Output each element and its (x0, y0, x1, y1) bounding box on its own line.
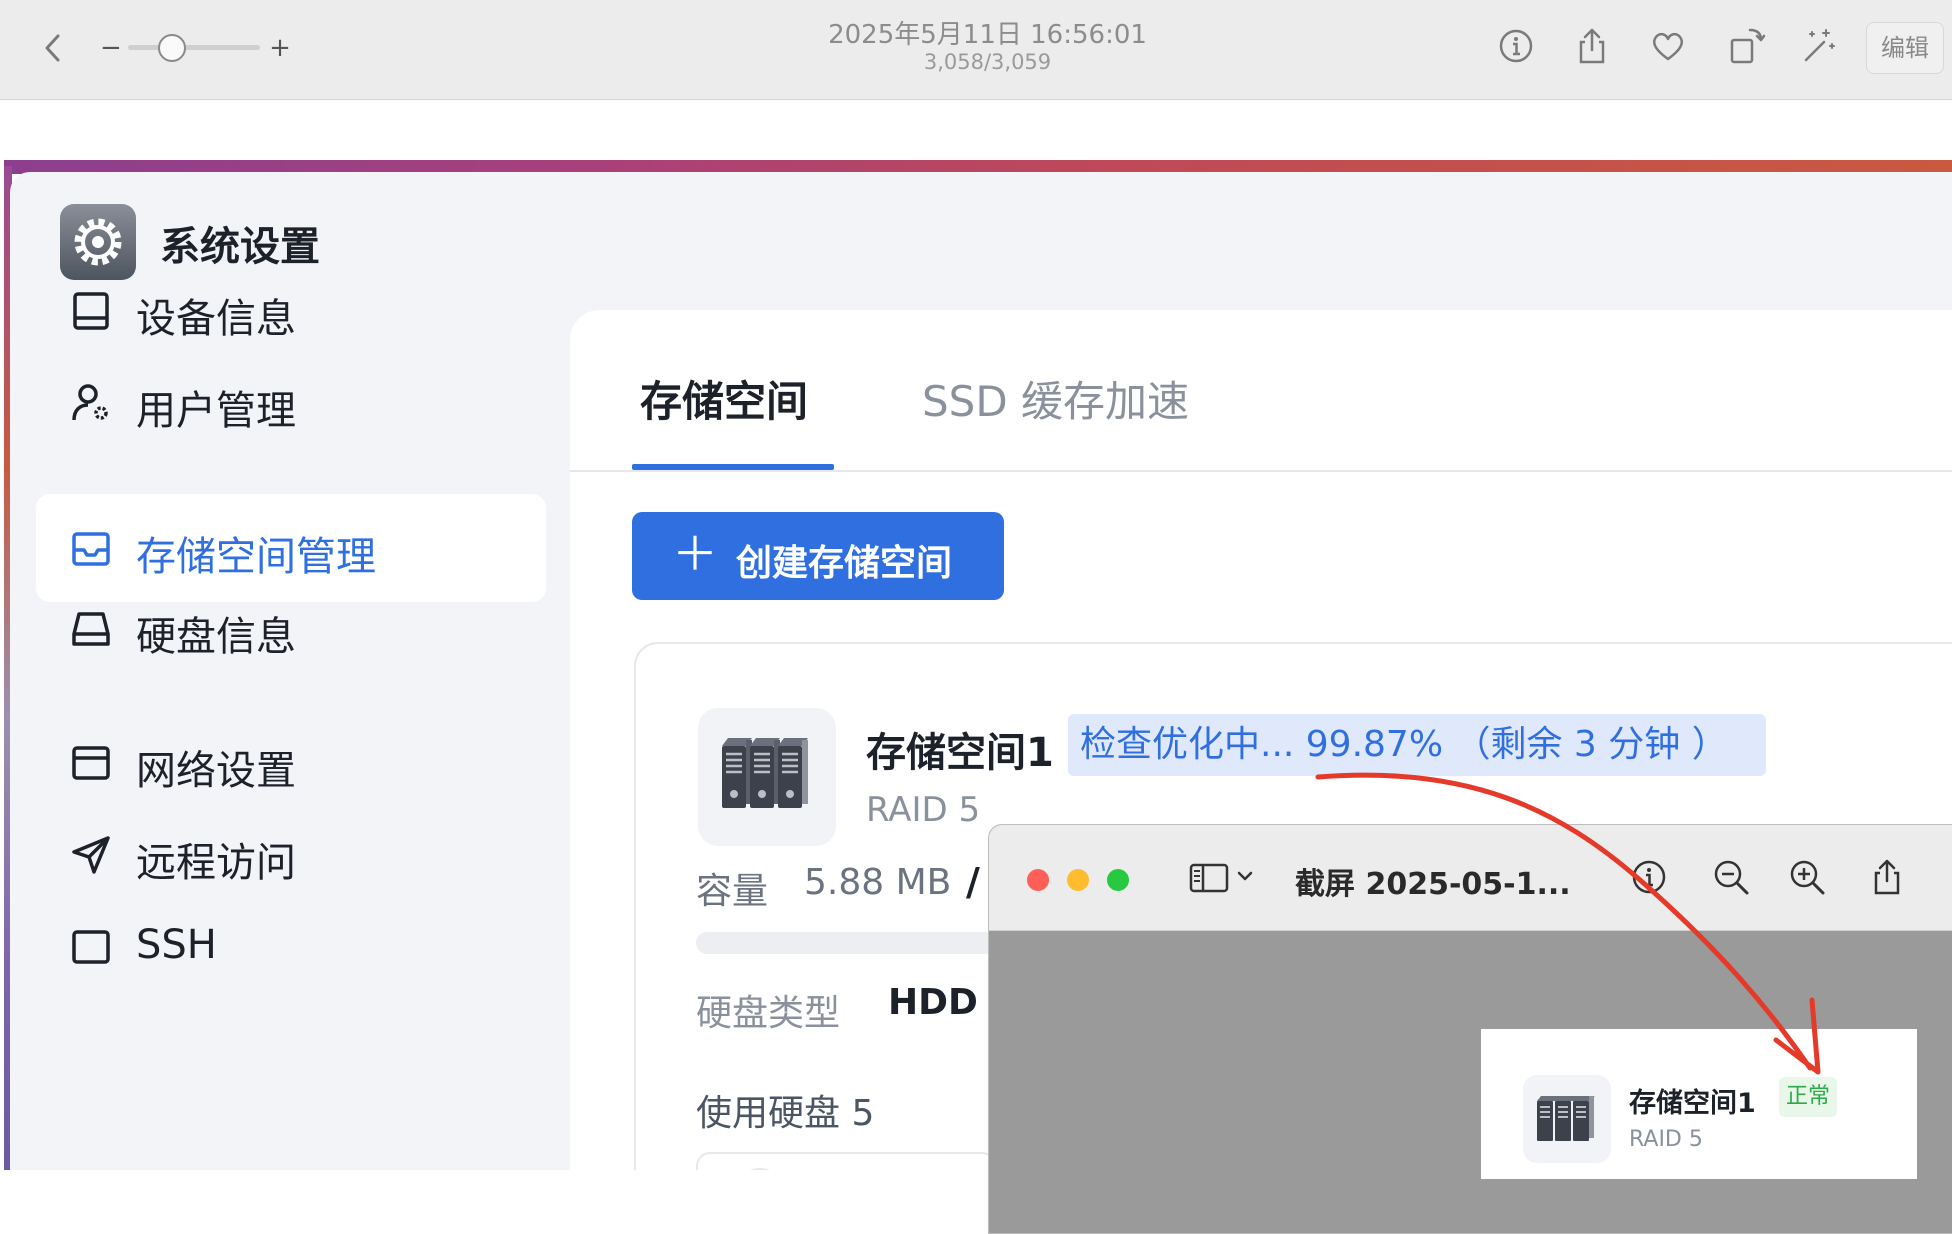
sidebar-item-ssh[interactable]: SSH (36, 892, 546, 1000)
zoom-slider[interactable] (128, 45, 260, 50)
sidebar-item-label: 硬盘信息 (136, 614, 296, 660)
preview-titlebar: 截屏 2025-05-1... (989, 825, 1952, 931)
thumb-raid-level: RAID 5 (1629, 1127, 1703, 1152)
sidebar-item-label: 用户管理 (136, 388, 296, 434)
preview-image: 存储空间1 正常 RAID 5 (1481, 1029, 1917, 1179)
pool-name: 存储空间1 (866, 730, 1054, 776)
zoom-in-button[interactable]: + (268, 28, 292, 68)
chevron-down-icon[interactable] (1233, 857, 1273, 897)
preview-file-title: 截屏 2025-05-1... (1295, 867, 1571, 902)
page-background (0, 1170, 988, 1224)
create-storage-button[interactable]: ＋ 创建存储空间 (632, 512, 1004, 600)
auto-enhance-icon[interactable] (1798, 26, 1838, 66)
server-rack-icon (1523, 1075, 1611, 1163)
server-rack-icon (698, 708, 836, 846)
share-icon[interactable] (1572, 26, 1612, 66)
used-disks-count: 使用硬盘 5 (696, 1093, 875, 1134)
disk-type-value: HDD (888, 982, 978, 1023)
sidebar-item-label: 远程访问 (136, 840, 296, 886)
user-gear-icon (70, 382, 112, 424)
back-icon[interactable] (38, 28, 68, 68)
zoom-in-icon[interactable] (1787, 857, 1827, 897)
viewer-toolbar: − + 2025年5月11日 16:56:01 3,058/3,059 编辑 (0, 0, 1952, 100)
zoom-slider-knob[interactable] (158, 34, 186, 62)
tab-storage-space[interactable]: 存储空间 (640, 368, 808, 429)
active-tab-indicator (632, 464, 834, 470)
close-button[interactable] (1027, 869, 1049, 891)
zoom-out-icon[interactable] (1711, 857, 1751, 897)
disk-slot (696, 1152, 996, 1170)
ssh-icon (70, 926, 112, 968)
info-icon[interactable] (1629, 857, 1669, 897)
thumb-pool-name: 存储空间1 (1629, 1088, 1756, 1119)
tabs-divider (570, 470, 1952, 472)
sidebar-item-disk-info[interactable]: 硬盘信息 (36, 574, 546, 682)
edit-button[interactable]: 编辑 (1866, 22, 1944, 74)
pool-raid-level: RAID 5 (866, 790, 981, 830)
thumb-status-badge: 正常 (1779, 1077, 1837, 1117)
remote-icon (70, 834, 112, 876)
photo-counter: 3,058/3,059 (923, 50, 1052, 74)
photo-date-title: 2025年5月11日 16:56:01 (828, 20, 1147, 50)
disk-icon (70, 608, 112, 650)
device-icon (70, 290, 112, 332)
zoom-button[interactable] (1107, 869, 1129, 891)
zoom-out-button[interactable]: − (100, 28, 122, 68)
storage-icon (70, 528, 112, 570)
sidebar-item-label: SSH (136, 922, 217, 968)
capacity-used: 5.88 MB (804, 862, 952, 903)
preview-window: 截屏 2025-05-1... 存储空间1 正常 RAID 5 (988, 824, 1952, 1234)
share-icon[interactable] (1867, 857, 1907, 897)
disk-type-label: 硬盘类型 (696, 993, 841, 1034)
create-storage-label: 创建存储空间 (736, 543, 953, 584)
sidebar-item-user-management[interactable]: 用户管理 (36, 348, 546, 456)
capacity-label: 容量 (696, 871, 769, 912)
minimize-button[interactable] (1067, 869, 1089, 891)
plus-icon: ＋ (672, 527, 718, 581)
network-icon (70, 742, 112, 784)
pool-status-badge: 检查优化中... 99.87% （剩余 3 分钟 ） (1068, 714, 1766, 776)
tab-ssd-cache[interactable]: SSD 缓存加速 (922, 368, 1189, 429)
sidebar-icon[interactable] (1189, 857, 1229, 897)
favorite-icon[interactable] (1648, 26, 1688, 66)
info-icon[interactable] (1496, 26, 1536, 66)
sidebar-item-label: 设备信息 (136, 296, 296, 342)
rotate-icon[interactable] (1726, 26, 1766, 66)
sidebar-item-label: 网络设置 (136, 748, 296, 794)
